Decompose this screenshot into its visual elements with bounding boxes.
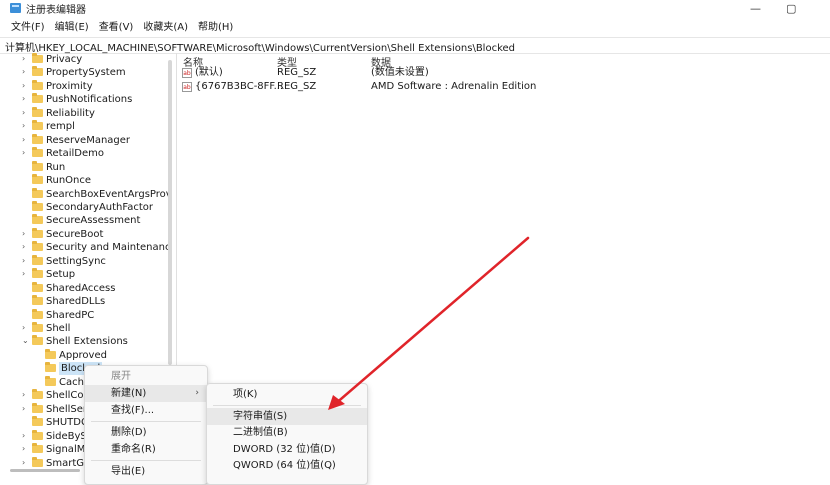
arrow-shaft — [332, 236, 530, 407]
annotation-arrow — [328, 236, 530, 410]
